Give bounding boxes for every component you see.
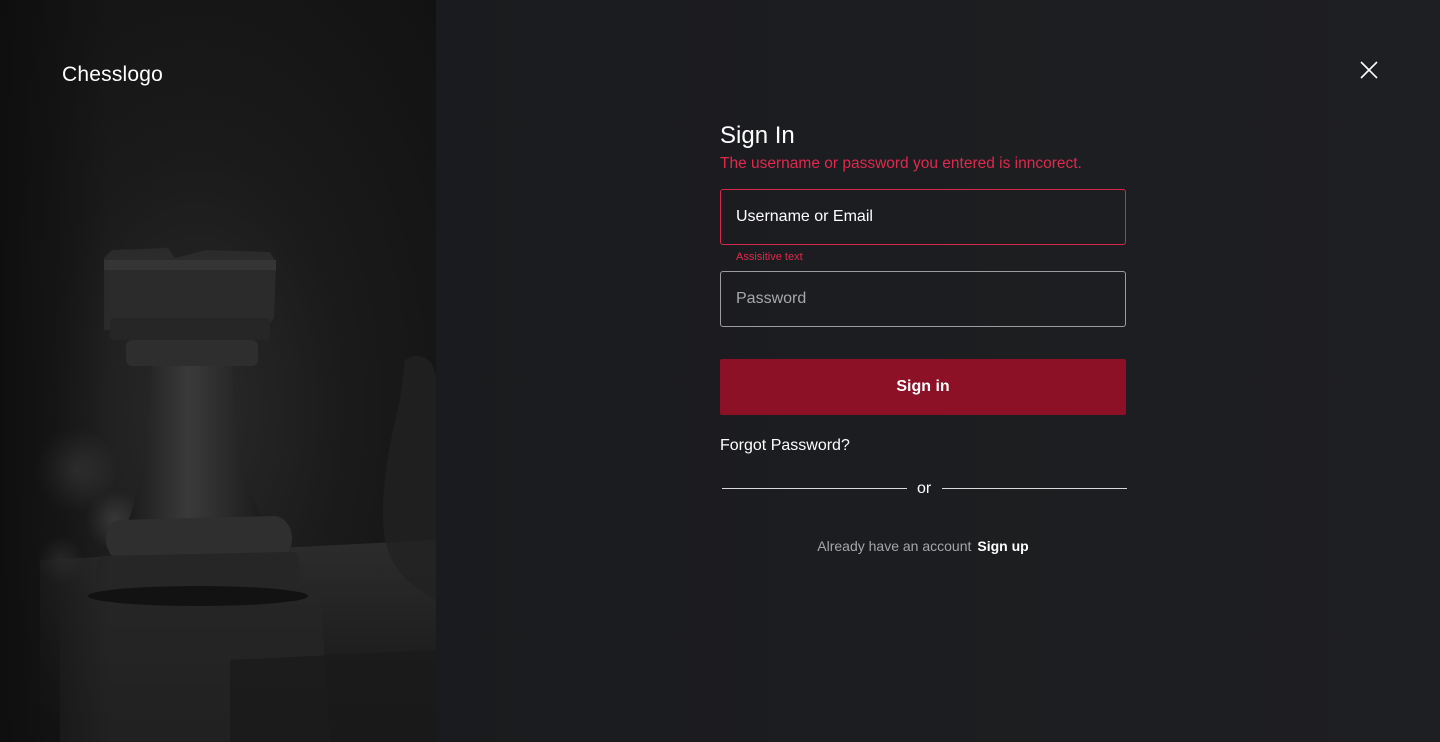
close-icon bbox=[1360, 61, 1378, 79]
sign-in-button[interactable]: Sign in bbox=[720, 359, 1126, 415]
sign-up-link[interactable]: Sign up bbox=[977, 538, 1028, 554]
divider-or-label: or bbox=[917, 480, 932, 497]
hero-image-panel bbox=[0, 0, 436, 742]
signup-prompt: Already have an account bbox=[817, 538, 972, 554]
username-email-input[interactable] bbox=[720, 189, 1126, 245]
username-helper-text: Assisitive text bbox=[736, 251, 803, 263]
divider-line-right bbox=[942, 488, 1127, 489]
divider-line-left bbox=[722, 488, 907, 489]
page-title: Sign In bbox=[720, 122, 795, 149]
close-button[interactable] bbox=[1358, 59, 1380, 81]
forgot-password-link[interactable]: Forgot Password? bbox=[720, 437, 850, 455]
chess-rook-image bbox=[0, 0, 436, 742]
error-message: The username or password you entered is … bbox=[720, 155, 1082, 172]
sign-in-page: Chesslogo Sign In The username or passwo… bbox=[0, 0, 1440, 742]
brand-logo[interactable]: Chesslogo bbox=[62, 63, 163, 87]
signup-row: Already have an account Sign up bbox=[720, 538, 1126, 554]
password-input[interactable] bbox=[720, 271, 1126, 327]
